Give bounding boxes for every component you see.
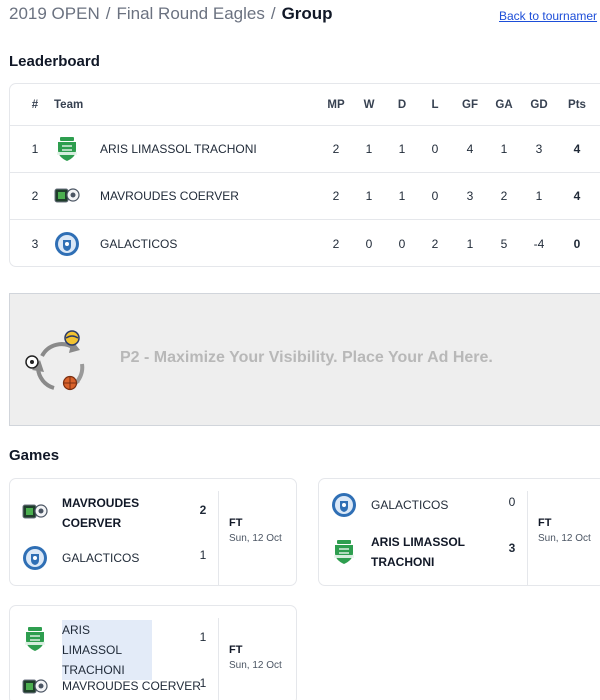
breadcrumb-tournament[interactable]: 2019 OPEN <box>9 4 100 23</box>
row-gd: 1 <box>535 189 543 203</box>
breadcrumb-separator: / <box>105 4 111 23</box>
mavroudes-logo <box>22 674 48 700</box>
game-score: 1 <box>199 548 207 562</box>
row-w: 1 <box>365 189 373 203</box>
game-date: Sun, 12 Oct <box>229 533 282 544</box>
game-status: FT <box>229 644 243 656</box>
table-row[interactable]: 1 ARIS LIMASSOL TRACHONI 2 1 1 0 4 1 3 4 <box>10 126 600 173</box>
game-away-team[interactable]: ARIS LIMASSOL TRACHONI 3 <box>319 531 527 575</box>
game-divider <box>218 618 219 700</box>
leaderboard-header-row: # Team MP W D L GF GA GD Pts <box>10 84 600 126</box>
column-header-w: W <box>363 98 375 111</box>
table-row[interactable]: 3 GALACTICOS 2 0 0 2 1 5 -4 0 <box>10 220 600 266</box>
aris-shield-logo <box>331 539 357 565</box>
table-row[interactable]: 2 MAVROUDES COERVER 2 1 1 0 3 2 1 4 <box>10 173 600 220</box>
ad-banner[interactable]: P2 - Maximize Your Visibility. Place You… <box>9 293 600 426</box>
game-score: 1 <box>199 630 207 644</box>
row-gd: -4 <box>533 236 545 251</box>
game-score: 3 <box>508 541 516 555</box>
row-gf: 4 <box>466 142 474 156</box>
game-divider <box>218 491 219 585</box>
row-d: 0 <box>398 236 406 251</box>
game-score: 0 <box>508 495 516 509</box>
game-card[interactable]: MAVROUDES COERVER 2 GALACTICOS 1 FT Sun,… <box>9 478 297 586</box>
row-l: 0 <box>431 189 439 203</box>
row-mp: 2 <box>332 142 340 156</box>
row-rank: 2 <box>31 189 39 203</box>
leaderboard-table: # Team MP W D L GF GA GD Pts 1 ARIS LIMA… <box>9 83 600 267</box>
game-team-name: ARIS LIMASSOL TRACHONI <box>62 620 152 680</box>
back-to-tournament-link[interactable]: Back to tournamer <box>499 9 597 23</box>
row-ga: 2 <box>500 189 508 203</box>
row-pts: 4 <box>573 142 581 156</box>
column-header-rank: # <box>31 98 39 111</box>
row-w: 0 <box>365 236 373 251</box>
column-header-mp: MP <box>327 98 345 111</box>
row-gd: 3 <box>535 142 543 156</box>
ad-text: P2 - Maximize Your Visibility. Place You… <box>120 349 493 366</box>
game-card[interactable]: GALACTICOS 0 ARIS LIMASSOL TRACHONI 3 FT… <box>318 478 600 586</box>
row-team-name[interactable]: ARIS LIMASSOL TRACHONI <box>100 142 257 156</box>
game-team-name: ARIS LIMASSOL TRACHONI <box>371 535 465 569</box>
game-team-name: MAVROUDES COERVER <box>62 679 201 693</box>
game-divider <box>527 491 528 585</box>
column-header-ga: GA <box>495 98 513 111</box>
game-home-team[interactable]: MAVROUDES COERVER 2 <box>10 491 218 535</box>
row-rank: 1 <box>31 142 39 156</box>
game-status: FT <box>229 517 243 529</box>
game-team-name: GALACTICOS <box>371 498 449 512</box>
row-d: 1 <box>398 189 406 203</box>
game-date: Sun, 12 Oct <box>538 533 591 544</box>
row-team-name[interactable]: MAVROUDES COERVER <box>100 189 239 203</box>
column-header-pts: Pts <box>568 98 586 111</box>
breadcrumb-separator: / <box>270 4 276 23</box>
game-team-name: MAVROUDES COERVER <box>62 496 140 530</box>
breadcrumb: 2019 OPEN / Final Round Eagles / Group <box>9 4 333 24</box>
game-away-team[interactable]: MAVROUDES COERVER 1 <box>10 672 218 700</box>
breadcrumb-current: Group <box>281 4 333 23</box>
game-team-name: GALACTICOS <box>62 551 140 565</box>
row-ga: 5 <box>500 236 508 251</box>
row-ga: 1 <box>500 142 508 156</box>
game-score: 2 <box>199 503 207 517</box>
galacticos-logo <box>331 492 357 518</box>
games-title: Games <box>9 447 60 464</box>
game-home-team[interactable]: GALACTICOS 0 <box>319 489 527 523</box>
game-date: Sun, 12 Oct <box>229 660 282 671</box>
row-pts: 4 <box>573 189 581 203</box>
game-score: 1 <box>199 676 207 690</box>
aris-shield-logo <box>54 136 80 162</box>
column-header-gf: GF <box>462 98 478 111</box>
game-home-team[interactable]: ARIS LIMASSOL TRACHONI 1 <box>10 618 218 680</box>
galacticos-logo <box>54 231 80 257</box>
row-l: 2 <box>431 236 439 251</box>
column-header-l: L <box>431 98 439 111</box>
game-away-team[interactable]: GALACTICOS 1 <box>10 541 218 575</box>
row-team-name[interactable]: GALACTICOS <box>100 237 177 251</box>
mavroudes-logo <box>54 183 80 209</box>
row-rank: 3 <box>31 236 39 251</box>
galacticos-logo <box>22 545 48 571</box>
mavroudes-logo <box>22 499 48 525</box>
row-mp: 2 <box>332 236 340 251</box>
leaderboard-title: Leaderboard <box>9 53 100 70</box>
breadcrumb-round[interactable]: Final Round Eagles <box>116 4 264 23</box>
column-header-gd: GD <box>530 98 548 111</box>
row-pts: 0 <box>573 236 581 251</box>
row-d: 1 <box>398 142 406 156</box>
row-gf: 3 <box>466 189 474 203</box>
row-mp: 2 <box>332 189 340 203</box>
row-l: 0 <box>431 142 439 156</box>
row-w: 1 <box>365 142 373 156</box>
game-status: FT <box>538 517 552 529</box>
row-gf: 1 <box>466 236 474 251</box>
column-header-d: D <box>397 98 407 111</box>
aris-shield-logo <box>22 626 48 652</box>
sports-balls-cycle-icon <box>24 326 94 396</box>
game-card[interactable]: ARIS LIMASSOL TRACHONI 1 MAVROUDES COERV… <box>9 605 297 700</box>
column-header-team: Team <box>54 98 84 111</box>
